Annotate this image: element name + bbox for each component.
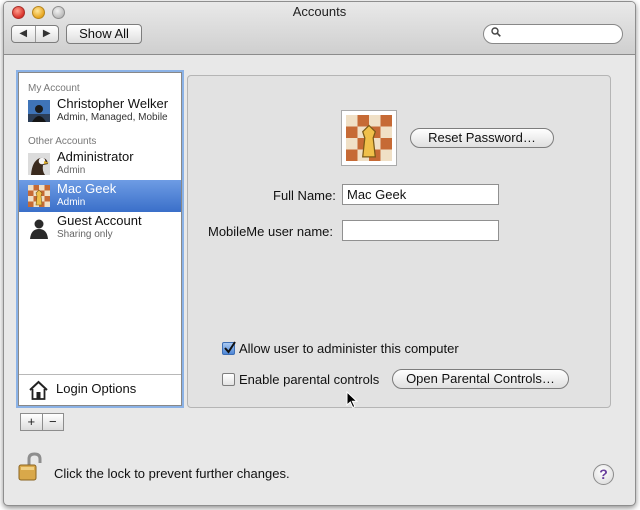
back-forward-control: ◀ ▶ [11,25,59,43]
mobileme-field[interactable] [342,220,499,241]
remove-account-button[interactable]: − [43,414,64,430]
mouse-pointer-icon [346,391,358,409]
title-bar: Accounts ◀ ▶ Show All [4,2,635,55]
checkmark-icon [224,341,236,354]
account-subtitle: Sharing only [57,229,113,240]
allow-admin-checkbox[interactable] [222,341,236,355]
accounts-list: My Account Christopher Welker Admin, Man… [18,72,182,406]
account-subtitle: Admin, Managed, Mobile [57,112,168,123]
chess-icon [28,185,50,207]
user-picture[interactable] [341,110,397,166]
account-item-administrator[interactable]: Administrator Admin [19,148,181,180]
account-item-guest-account[interactable]: Guest Account Sharing only [19,212,181,244]
full-name-label: Full Name: [273,188,336,203]
account-name: Guest Account [57,213,142,228]
forward-button[interactable]: ▶ [36,26,59,42]
reset-password-button[interactable]: Reset Password… [410,128,554,148]
show-all-button[interactable]: Show All [66,24,142,44]
window-title: Accounts [292,4,347,19]
mobileme-label: MobileMe user name: [208,224,333,239]
eagle-icon [28,153,50,175]
account-item-christopher-welker[interactable]: Christopher Welker Admin, Managed, Mobil… [19,95,181,127]
my-account-header: My Account [28,83,80,94]
account-item-mac-geek[interactable]: Mac Geek Admin [19,180,181,212]
house-icon [29,380,48,400]
other-accounts-header: Other Accounts [28,136,97,147]
help-button[interactable]: ? [593,464,614,485]
back-button[interactable]: ◀ [12,26,36,42]
lock-message: Click the lock to prevent further change… [54,466,290,481]
account-name: Administrator [57,149,134,164]
accounts-window: Accounts ◀ ▶ Show All My Account Christo… [3,1,636,506]
open-parental-controls-button[interactable]: Open Parental Controls… [392,369,569,389]
account-subtitle: Admin [57,197,86,208]
full-name-field[interactable]: Mac Geek [342,184,499,205]
account-subtitle: Admin [57,165,86,176]
account-name: Mac Geek [57,181,117,196]
parental-controls-label: Enable parental controls [239,372,380,387]
search-icon [491,27,501,37]
search-input[interactable] [483,24,623,44]
parental-controls-checkbox[interactable] [222,373,235,386]
login-options-label: Login Options [56,381,137,396]
account-detail-panel [187,75,611,408]
account-name: Christopher Welker [57,96,169,111]
allow-admin-label: Allow user to administer this computer [239,341,459,356]
unlocked-lock-icon[interactable] [17,452,45,482]
add-account-button[interactable]: + [21,414,43,430]
add-remove-control: + − [20,413,64,431]
login-options-item[interactable]: Login Options [19,374,181,406]
person-photo-icon [28,100,50,122]
silhouette-icon [30,219,48,239]
chess-icon [346,115,392,161]
